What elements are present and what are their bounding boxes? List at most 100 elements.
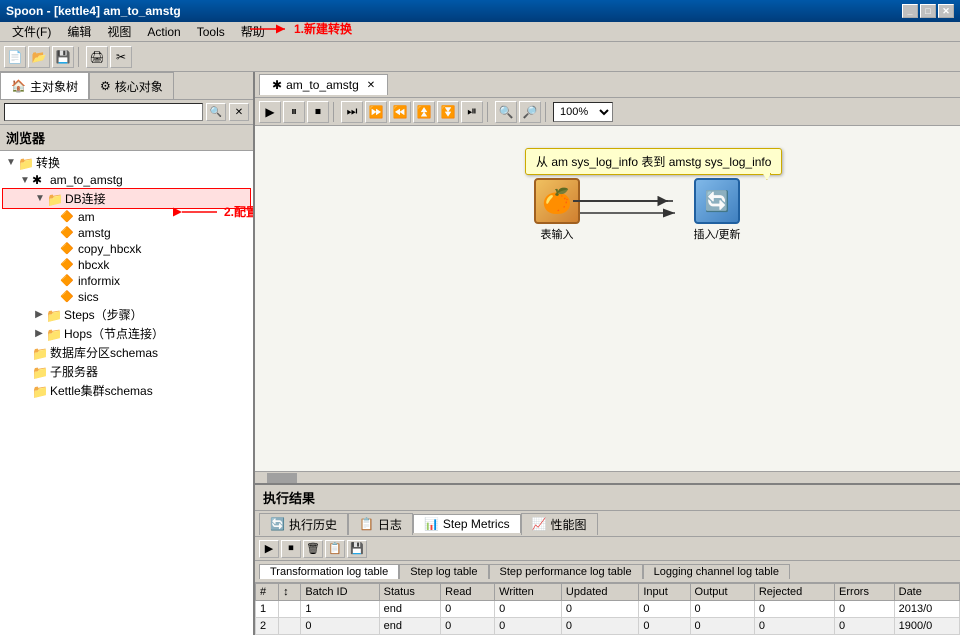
minimize-button[interactable]: _ — [902, 4, 918, 18]
search-clear-button[interactable]: ✕ — [229, 103, 249, 121]
table-cell: 0 — [441, 601, 495, 618]
col-header-input: Input — [639, 584, 690, 601]
back-button[interactable]: ⏪ — [389, 101, 411, 123]
col-header-num: # — [256, 584, 279, 601]
tab-perf-chart[interactable]: 📈 性能图 — [521, 513, 598, 535]
maximize-button[interactable]: □ — [920, 4, 936, 18]
table-cell: 0 — [561, 618, 638, 635]
step-node-table-input[interactable]: 🍊 表输入 — [525, 178, 589, 242]
menu-tools[interactable]: Tools — [189, 23, 233, 41]
toolbar-print[interactable]: 🖨 — [86, 46, 108, 68]
sub-tab-step-perf-log[interactable]: Step performance log table — [489, 564, 643, 579]
run-button[interactable]: ▶ — [259, 101, 281, 123]
up-button[interactable]: ⏫ — [413, 101, 435, 123]
menu-help[interactable]: 帮助 — [233, 21, 273, 42]
toolbar-open[interactable]: 📂 — [28, 46, 50, 68]
table-cell: 0 — [495, 618, 562, 635]
step-icon-insert-update[interactable]: 🔄 — [694, 178, 740, 224]
preview-button[interactable]: ⏭ — [341, 101, 363, 123]
log-icon: 📋 — [359, 517, 374, 531]
step-label-table-input: 表输入 — [541, 226, 574, 242]
exec-save-btn[interactable]: 💾 — [347, 540, 367, 558]
menu-edit[interactable]: 编辑 — [59, 21, 99, 42]
step-label-insert-update: 插入/更新 — [693, 226, 740, 242]
replay-button[interactable]: ⏯ — [461, 101, 483, 123]
run-step-button[interactable]: ⏩ — [365, 101, 387, 123]
tab-core-objects-icon: ⚙ — [100, 79, 111, 93]
close-button[interactable]: ✕ — [938, 4, 954, 18]
table-cell: 0 — [835, 601, 895, 618]
zoom-out-button[interactable]: 🔎 — [519, 101, 541, 123]
sub-tabs: Transformation log table Step log table … — [255, 561, 960, 583]
tree-node-am-to-amstg[interactable]: ▼ ✱ am_to_amstg — [2, 172, 251, 188]
tree-node-steps[interactable]: ▶ 📁 Steps（步骤） — [2, 305, 251, 324]
tree-expander-steps[interactable]: ▶ — [32, 308, 46, 322]
col-header-rejected: Rejected — [754, 584, 834, 601]
sub-tab-transform-log[interactable]: Transformation log table — [259, 564, 399, 579]
table-cell: 2013/0 — [894, 601, 959, 618]
log-table-scroll[interactable]: # ↕ Batch ID Status Read Written Updated… — [255, 583, 960, 635]
tree-expander-am[interactable]: ▼ — [18, 173, 32, 187]
tree-node-sub-server[interactable]: 📁 子服务器 — [2, 362, 251, 381]
exec-copy-btn[interactable]: 📋 — [325, 540, 345, 558]
menu-file[interactable]: 文件(F) — [4, 21, 59, 42]
tab-main-objects[interactable]: 🏠 主对象树 — [0, 72, 89, 99]
tree-node-informix[interactable]: 🔶 informix — [2, 273, 251, 289]
exec-history-icon: 🔄 — [270, 517, 285, 531]
tree-expander-hops[interactable]: ▶ — [32, 327, 46, 341]
tab-exec-history[interactable]: 🔄 执行历史 — [259, 513, 348, 535]
tree-node-amstg[interactable]: 🔶 amstg — [2, 225, 251, 241]
tree-node-hbcxk[interactable]: 🔶 hbcxk — [2, 257, 251, 273]
toolbar-new[interactable]: 📄 — [4, 46, 26, 68]
tree-node-kettle-cluster[interactable]: 📁 Kettle集群schemas — [2, 381, 251, 400]
toolbar-cut[interactable]: ✂ — [110, 46, 132, 68]
tree-node-transform[interactable]: ▼ 📁 转换 — [2, 153, 251, 172]
table-cell: 0 — [639, 601, 690, 618]
exec-clear-btn[interactable]: 🗑 — [303, 540, 323, 558]
exec-stop-btn[interactable]: ⏹ — [281, 540, 301, 558]
folder-icon-hops: 📁 — [46, 327, 62, 341]
tree-node-am[interactable]: 🔶 am — [2, 209, 251, 225]
tree-node-sics[interactable]: 🔶 sics — [2, 289, 251, 305]
tab-close-icon[interactable]: ✕ — [367, 80, 375, 91]
tree-node-db-connect[interactable]: ▼ 📁 DB连接 — [2, 188, 251, 209]
tab-log[interactable]: 📋 日志 — [348, 513, 413, 535]
zoom-in-button[interactable]: 🔍 — [495, 101, 517, 123]
exec-run-btn[interactable]: ▶ — [259, 540, 279, 558]
tree-node-db-schemas[interactable]: 📁 数据库分区schemas — [2, 343, 251, 362]
search-input[interactable] — [4, 103, 203, 121]
search-button[interactable]: 🔍 — [206, 103, 226, 121]
insert-update-icon: 🔄 — [705, 189, 730, 214]
table-cell — [279, 618, 301, 635]
tree-expander-transform[interactable]: ▼ — [4, 156, 18, 170]
tree-node-hops[interactable]: ▶ 📁 Hops（节点连接） — [2, 324, 251, 343]
pause-button[interactable]: ⏸ — [283, 101, 305, 123]
tab-step-metrics[interactable]: 📊 Step Metrics — [413, 514, 521, 533]
table-input-icon: 🍊 — [542, 187, 572, 216]
canvas-scrollbar-h[interactable] — [255, 471, 960, 483]
col-header-errors: Errors — [835, 584, 895, 601]
tab-icon-am: ✱ — [272, 78, 282, 92]
toolbar-save[interactable]: 💾 — [52, 46, 74, 68]
zoom-select[interactable]: 50% 75% 100% 150% 200% — [553, 102, 613, 122]
tab-core-objects[interactable]: ⚙ 核心对象 — [89, 72, 174, 99]
canvas: 从 am sys_log_info 表到 amstg sys_log_info … — [255, 126, 960, 483]
step-node-insert-update[interactable]: 🔄 插入/更新 — [685, 178, 749, 242]
scrollbar-thumb-h[interactable] — [267, 473, 297, 483]
menu-action[interactable]: Action — [139, 23, 188, 41]
table-cell: 0 — [441, 618, 495, 635]
sidebar-search-bar: 🔍 ✕ — [0, 100, 253, 125]
tab-am-to-amstg[interactable]: ✱ am_to_amstg ✕ — [259, 74, 388, 95]
col-header-sort[interactable]: ↕ — [279, 584, 301, 601]
tree-node-copy-hbcxk[interactable]: 🔶 copy_hbcxk — [2, 241, 251, 257]
sub-tab-step-log[interactable]: Step log table — [399, 564, 488, 579]
tree-expander-db[interactable]: ▼ — [33, 192, 47, 206]
canvas-sep3 — [545, 102, 549, 122]
tree-area: ▼ 📁 转换 ▼ ✱ am_to_amstg ▼ 📁 DB连接 — [0, 151, 253, 635]
menu-view[interactable]: 视图 — [99, 21, 139, 42]
down-button[interactable]: ⏬ — [437, 101, 459, 123]
stop-button[interactable]: ⏹ — [307, 101, 329, 123]
sub-tab-logging-channel[interactable]: Logging channel log table — [643, 564, 790, 579]
table-cell: 2 — [256, 618, 279, 635]
file-icon-amstg: 🔶 — [60, 226, 76, 240]
